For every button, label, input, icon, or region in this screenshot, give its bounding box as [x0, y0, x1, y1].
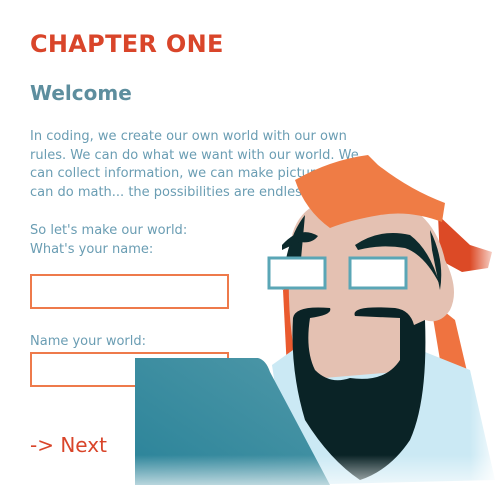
wizard-illustration — [0, 155, 500, 500]
